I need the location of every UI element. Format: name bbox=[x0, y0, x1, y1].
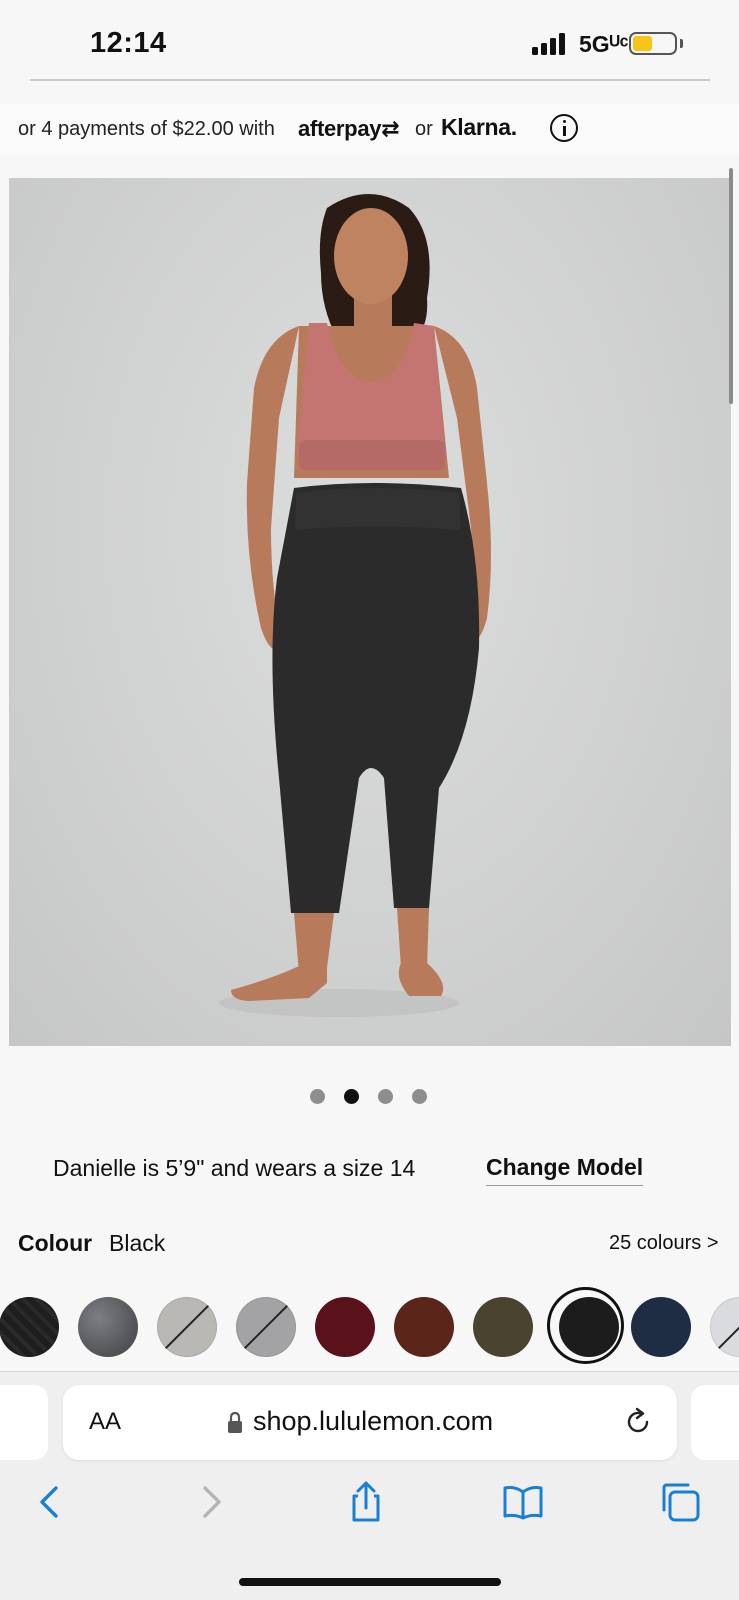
url-text[interactable]: shop.lululemon.com bbox=[253, 1406, 493, 1437]
model-photo bbox=[219, 194, 491, 1017]
colour-swatch[interactable] bbox=[78, 1297, 138, 1357]
or-text: or bbox=[415, 118, 433, 140]
carousel-dot[interactable] bbox=[378, 1089, 393, 1104]
status-bar: 12:14 5Gᵁᶜ bbox=[0, 0, 739, 82]
selected-swatch-ring bbox=[547, 1287, 624, 1364]
colour-swatch[interactable] bbox=[631, 1297, 691, 1357]
change-model-link[interactable]: Change Model bbox=[486, 1154, 644, 1186]
colour-swatch[interactable] bbox=[394, 1297, 454, 1357]
carousel-dot[interactable] bbox=[412, 1089, 427, 1104]
address-bar[interactable]: AA shop.lululemon.com bbox=[63, 1385, 677, 1460]
carousel-dot[interactable] bbox=[344, 1089, 359, 1104]
carousel-dot[interactable] bbox=[310, 1089, 325, 1104]
share-icon[interactable] bbox=[344, 1480, 388, 1524]
colour-label: Colour bbox=[18, 1230, 93, 1256]
colour-swatch[interactable] bbox=[710, 1297, 739, 1357]
network-label: 5Gᵁᶜ bbox=[579, 31, 629, 57]
info-icon[interactable] bbox=[550, 114, 578, 142]
forward-icon[interactable] bbox=[189, 1480, 233, 1524]
product-image[interactable] bbox=[9, 178, 731, 1046]
back-icon[interactable] bbox=[28, 1480, 72, 1524]
previous-tab-peek[interactable] bbox=[0, 1385, 48, 1460]
klarna-logo[interactable]: Klarna. bbox=[441, 114, 517, 141]
next-tab-peek[interactable] bbox=[691, 1385, 739, 1460]
divider bbox=[30, 79, 710, 81]
carousel-dots[interactable] bbox=[310, 1089, 430, 1105]
colour-swatch[interactable] bbox=[157, 1297, 217, 1357]
bookmarks-icon[interactable] bbox=[501, 1480, 545, 1524]
colour-swatch[interactable] bbox=[473, 1297, 533, 1357]
colour-swatch[interactable] bbox=[0, 1297, 59, 1357]
colour-value: Black bbox=[109, 1230, 166, 1256]
reader-aa-button[interactable]: AA bbox=[89, 1408, 121, 1436]
status-time: 12:14 bbox=[90, 27, 167, 59]
reload-icon[interactable] bbox=[623, 1407, 653, 1437]
colour-count-link[interactable]: 25 colours > bbox=[609, 1232, 719, 1255]
model-info-text: Danielle is 5’9" and wears a size 14 bbox=[53, 1155, 416, 1181]
afterpay-logo[interactable]: afterpay⇄ bbox=[298, 116, 400, 142]
scroll-indicator[interactable] bbox=[729, 168, 733, 404]
colour-swatch[interactable] bbox=[236, 1297, 296, 1357]
payment-options: or 4 payments of $22.00 with afterpay⇄ o… bbox=[0, 104, 739, 156]
battery-tip bbox=[680, 39, 683, 48]
installment-text: or 4 payments of $22.00 with bbox=[18, 118, 275, 140]
colour-swatch[interactable] bbox=[315, 1297, 375, 1357]
tabs-icon[interactable] bbox=[658, 1480, 702, 1524]
lock-icon bbox=[228, 1412, 242, 1433]
home-indicator bbox=[239, 1578, 501, 1586]
battery-icon bbox=[629, 32, 677, 55]
signal-icon bbox=[532, 33, 568, 55]
